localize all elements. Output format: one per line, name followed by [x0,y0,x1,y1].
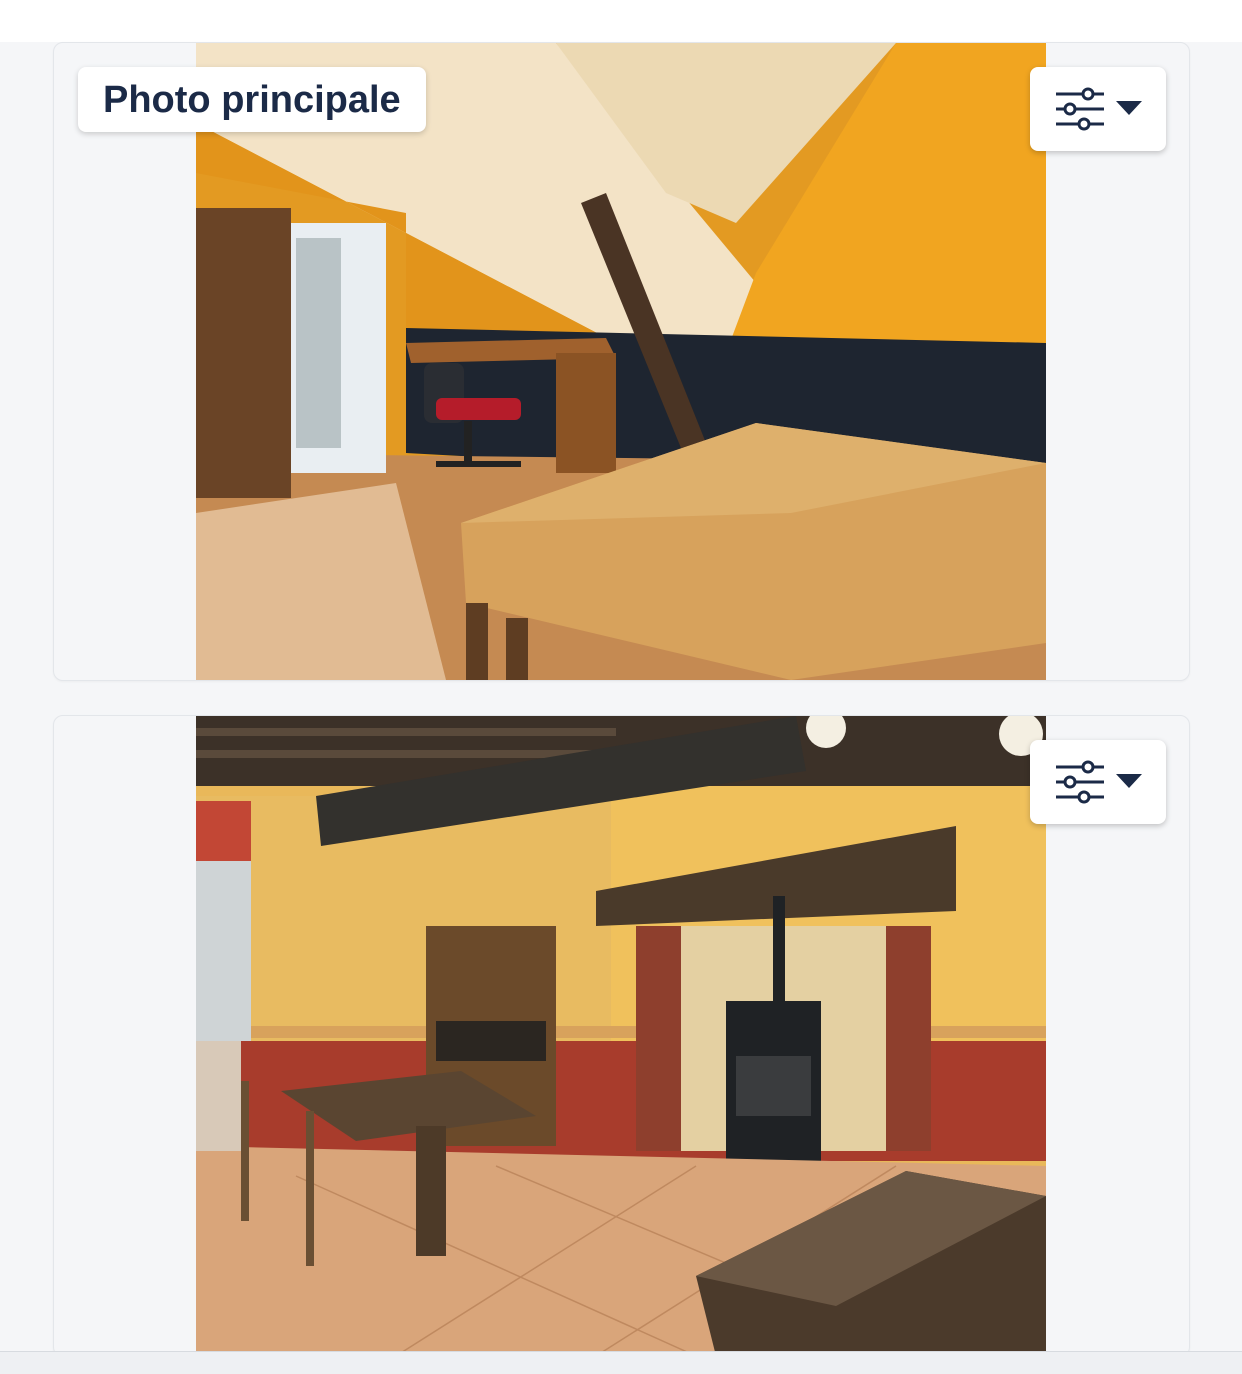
photo-options-button[interactable] [1030,740,1166,824]
photo-card-main: Photo principale [53,42,1190,681]
photo-bedroom[interactable] [196,43,1046,680]
sliders-icon [1056,87,1104,131]
main-photo-badge: Photo principale [78,67,426,132]
bedroom-image [196,43,1046,680]
top-strip [0,0,1242,42]
sliders-icon [1056,760,1104,804]
caret-down-icon [1116,101,1142,115]
photo-dining-room[interactable] [196,716,1046,1356]
photo-card-2 [53,715,1190,1357]
photo-options-button[interactable] [1030,67,1166,151]
bottom-bar [0,1351,1242,1374]
dining-room-image [196,716,1046,1356]
caret-down-icon [1116,774,1142,788]
